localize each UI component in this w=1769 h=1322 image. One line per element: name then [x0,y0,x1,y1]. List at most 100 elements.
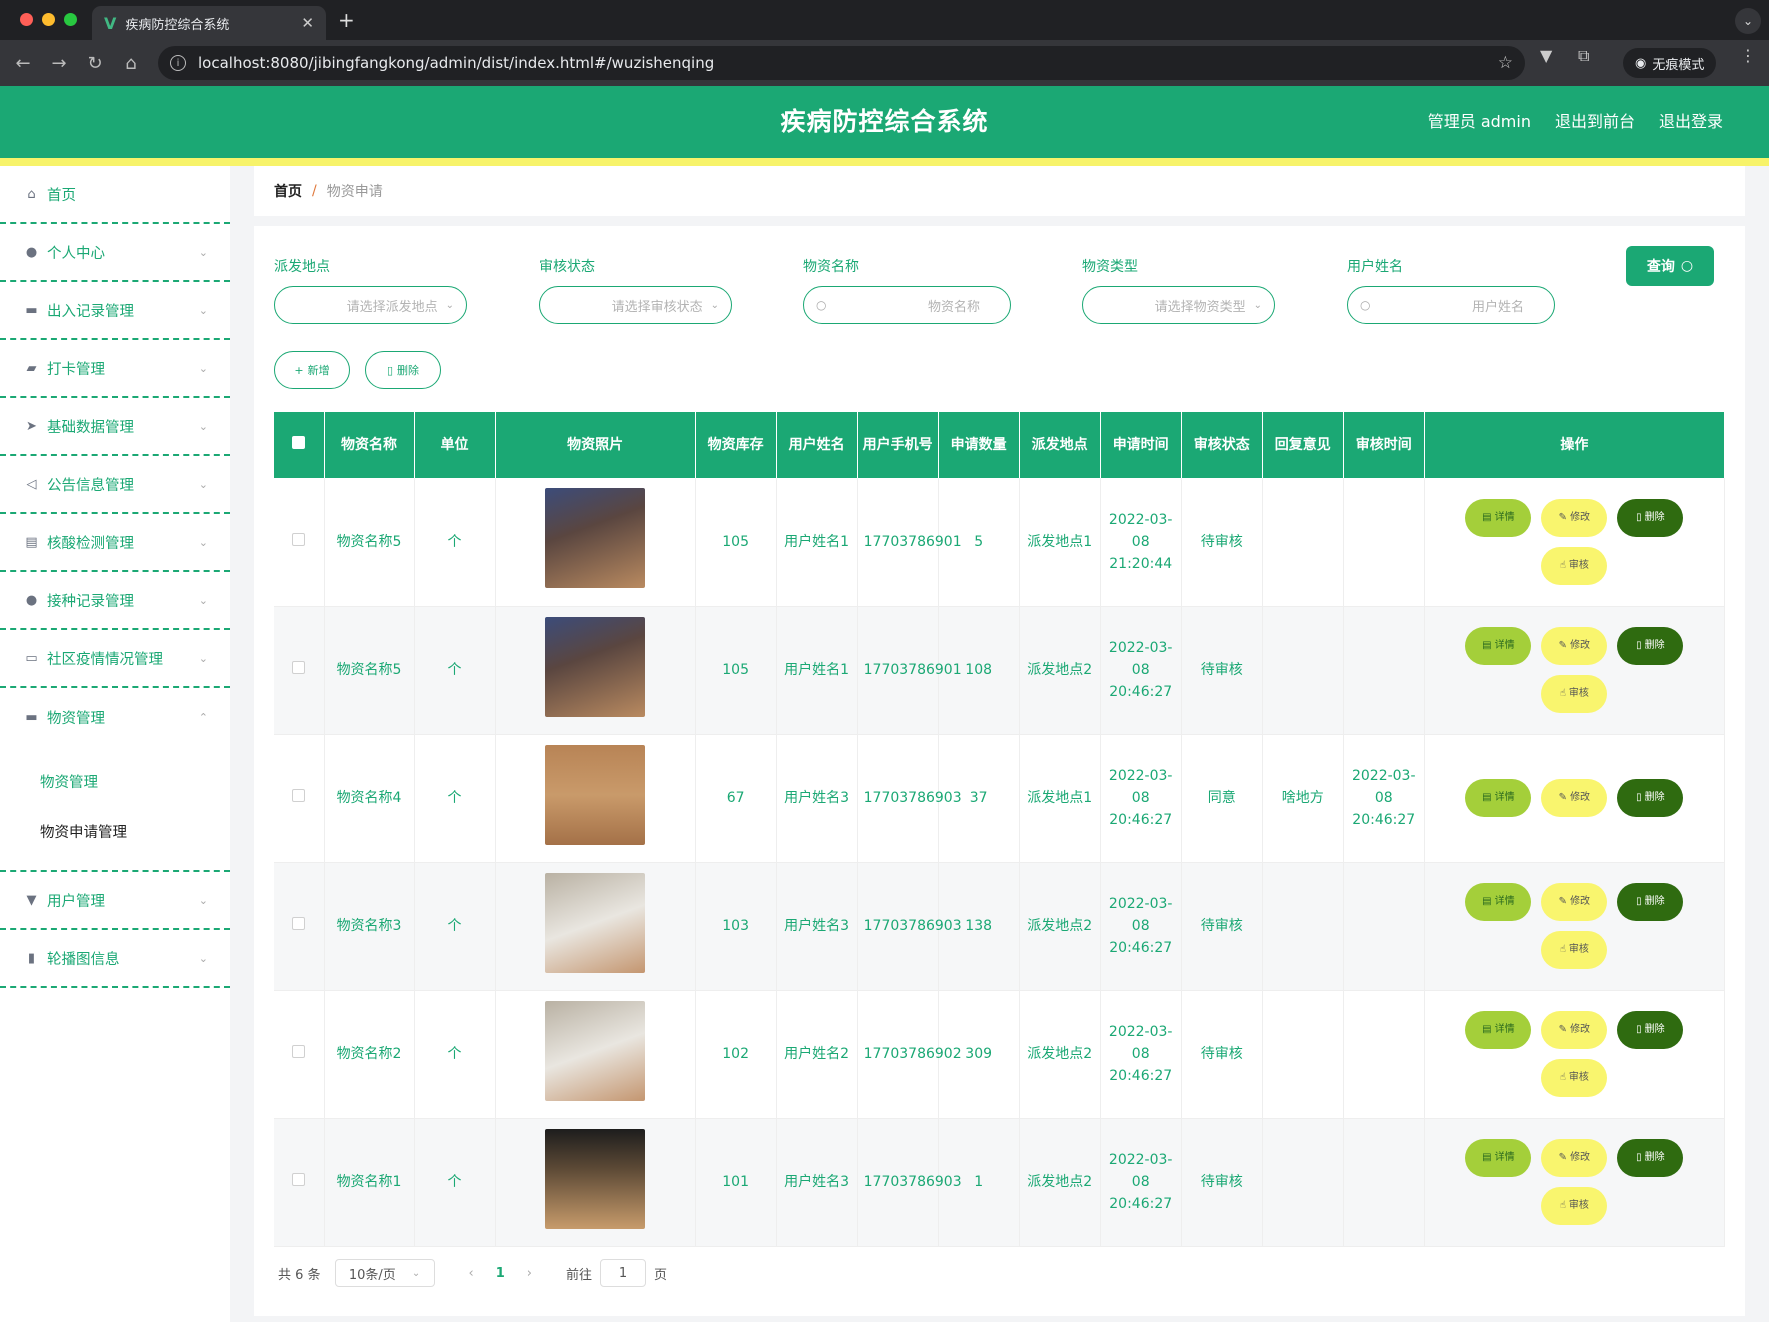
browser-menu-icon[interactable]: ⋮ [1740,46,1756,65]
delete-button[interactable]: ▯ 删除 [1617,1011,1684,1049]
sidebar-item-carousel[interactable]: ▮ 轮播图信息 ⌄ [0,930,230,988]
row-checkbox[interactable] [292,532,306,546]
detail-button[interactable]: ▤ 详情 [1465,883,1532,921]
detail-button[interactable]: ▤ 详情 [1465,1139,1532,1177]
app-header: 疾病防控综合系统 管理员 admin 退出到前台 退出登录 [0,86,1769,158]
sidebar-item-label: 核酸检测管理 [47,535,134,552]
reload-icon[interactable]: ↻ [77,53,113,74]
site-info-icon[interactable]: i [170,55,186,71]
breadcrumb-home[interactable]: 首页 [274,181,302,201]
edit-button[interactable]: ✎ 修改 [1541,1139,1608,1177]
row-checkbox[interactable] [292,917,306,930]
sidebar-item-nucleic-test[interactable]: ▤ 核酸检测管理 ⌄ [0,514,230,572]
browser-tab[interactable]: V 疾病防控综合系统 ✕ [92,6,326,40]
prev-page-icon[interactable]: ‹ [469,1266,474,1281]
document-icon: ▤ [1482,896,1492,907]
page-number[interactable]: 1 [496,1266,505,1281]
edit-button[interactable]: ✎ 修改 [1541,883,1608,921]
supply-photo[interactable] [545,1000,646,1101]
sidebar-item-label: 用户管理 [47,893,105,910]
detail-button[interactable]: ▤ 详情 [1465,779,1532,817]
table-row: 物资名称5 个 105 用户姓名1 17703786901 108 派发地点2 2022-03… [274,606,1726,735]
sidebar-item-vaccination[interactable]: ● 接种记录管理 ⌄ [0,572,230,630]
edit-button[interactable]: ✎ 修改 [1541,627,1608,665]
sidebar-item-access-records[interactable]: ▬ 出入记录管理 ⌄ [0,282,230,340]
sidebar-item-announcements[interactable]: ◁ 公告信息管理 ⌄ [0,456,230,514]
back-icon[interactable]: ← [5,53,41,74]
row-checkbox[interactable] [292,1045,306,1058]
minimize-window-button[interactable] [42,13,55,26]
delete-button[interactable]: ▯ 删除 [1617,498,1684,537]
sidebar-item-community-epidemic[interactable]: ▭ 社区疫情情况管理 ⌄ [0,630,230,688]
edit-button[interactable]: ✎ 修改 [1541,1011,1608,1049]
row-checkbox[interactable] [292,661,306,674]
sidebar-item-personal[interactable]: ● 个人中心 ⌄ [0,224,230,282]
next-page-icon[interactable]: › [527,1266,532,1281]
sidebar-item-basic-data[interactable]: ➤ 基础数据管理 ⌄ [0,398,230,456]
cell-phone: 17703786903 [857,1118,962,1247]
sidebar-item-checkin[interactable]: ▰ 打卡管理 ⌄ [0,340,230,398]
sidebar-item-supplies[interactable]: ▬ 物资管理 ⌃ [0,688,230,746]
audit-button[interactable]: ☝ 审核 [1541,546,1608,585]
detail-button[interactable]: ▤ 详情 [1465,1011,1532,1049]
supply-type-select[interactable]: 请选择物资类型 ⌄ [1082,286,1275,324]
new-tab-icon[interactable]: + [338,8,355,32]
forward-icon[interactable]: → [41,53,77,74]
status-select[interactable]: 请选择审核状态 ⌄ [539,286,732,324]
chevron-down-icon: ⌄ [445,299,454,311]
edit-button[interactable]: ✎ 修改 [1541,498,1608,537]
supplies-submenu: 物资管理 物资申请管理 [0,746,230,872]
bar-chart-icon: ▮ [27,950,36,966]
maximize-window-button[interactable] [64,13,77,26]
sidebar-item-home[interactable]: ⌂ 首页 [0,166,230,224]
delete-button[interactable]: ▯ 删除 [1617,883,1684,921]
tab-close-icon[interactable]: ✕ [301,14,314,32]
close-window-button[interactable] [20,13,33,26]
supply-photo[interactable] [545,1128,646,1229]
audit-button[interactable]: ☝ 审核 [1541,1059,1608,1097]
address-bar[interactable]: i localhost:8080/jibingfangkong/admin/di… [158,46,1525,80]
extensions-puzzle-icon[interactable]: ⧉ [1578,46,1589,66]
cell-reply [1262,1118,1344,1247]
user-name-input[interactable]: ○ 用户姓名 [1347,286,1555,324]
tab-menu-icon[interactable]: ⌄ [1735,8,1761,34]
page-size-select[interactable]: 10条/页 ⌄ [334,1259,435,1287]
bookmark-star-icon[interactable]: ☆ [1498,53,1513,73]
extension-v-icon[interactable]: ▼ [1540,46,1552,65]
detail-button[interactable]: ▤ 详情 [1465,498,1532,537]
submenu-item-supplies[interactable]: 物资管理 [0,758,230,808]
audit-button[interactable]: ☝ 审核 [1541,675,1608,713]
cell-reply [1262,606,1344,735]
submenu-item-supply-requests[interactable]: 物资申请管理 [0,808,230,858]
audit-button[interactable]: ☝ 审核 [1541,1187,1608,1225]
supply-photo[interactable] [545,616,646,717]
exit-to-front-link[interactable]: 退出到前台 [1555,86,1635,158]
supply-photo[interactable] [545,872,646,973]
cell-name: 物资名称5 [324,606,415,735]
incognito-indicator[interactable]: ◉ 无痕模式 [1623,48,1717,78]
audit-button[interactable]: ☝ 审核 [1541,931,1608,969]
home-icon[interactable]: ⌂ [113,53,149,74]
select-all-checkbox[interactable] [292,436,306,449]
logout-link[interactable]: 退出登录 [1659,86,1723,158]
delete-button[interactable]: ▯ 删除 [1617,1139,1684,1177]
sidebar-item-users[interactable]: ▼ 用户管理 ⌄ [0,872,230,930]
query-button[interactable]: 查询 ○ [1626,246,1714,286]
sidebar-item-label: 公告信息管理 [47,477,134,494]
hand-icon: ☝ [1559,944,1566,955]
row-checkbox[interactable] [292,789,306,802]
supply-photo[interactable] [545,744,646,845]
detail-button[interactable]: ▤ 详情 [1465,627,1532,665]
place-select[interactable]: 请选择派发地点 ⌄ [274,286,467,324]
supply-photo[interactable] [545,488,646,589]
edit-button[interactable]: ✎ 修改 [1541,779,1608,817]
cell-status: 待审核 [1181,862,1263,991]
supply-name-input[interactable]: ○ 物资名称 [803,286,1011,324]
bulk-delete-button[interactable]: ▯ 删除 [365,351,441,389]
delete-button[interactable]: ▯ 删除 [1617,779,1684,817]
row-checkbox[interactable] [292,1173,306,1186]
delete-button[interactable]: ▯ 删除 [1617,627,1684,665]
add-button[interactable]: + 新增 [274,351,350,389]
goto-page-input[interactable]: 1 [600,1259,647,1287]
cell-stock: 101 [695,1118,777,1247]
